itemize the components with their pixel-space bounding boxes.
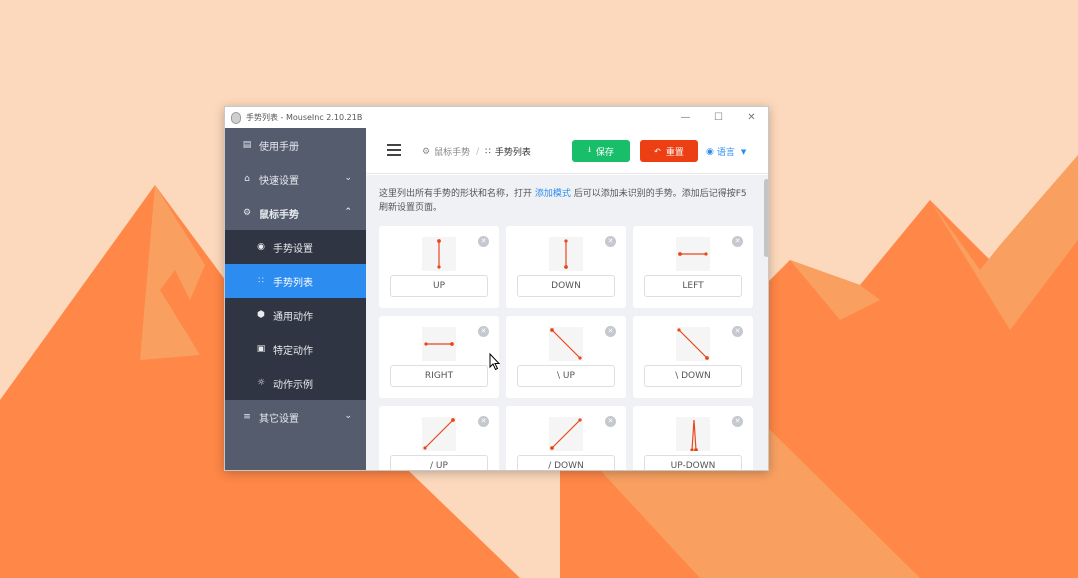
chevron-up-icon: ⌃ [344,207,352,217]
gesture-shape-icon [422,237,456,271]
gesture-card: ✕ / UP [379,406,499,470]
gesture-shape-icon [549,237,583,271]
briefcase-icon: ▣ [256,344,266,354]
gesture-name-field[interactable]: \ UP [517,365,615,387]
gesture-shape-icon [549,327,583,361]
sidebar-item-other-settings[interactable]: ≡ 其它设置 ⌄ [225,400,366,434]
chevron-down-icon: ⌄ [344,411,352,421]
sidebar-item-label: 特定动作 [273,345,313,357]
content-area: 这里列出所有手势的形状和名称，打开 添加模式 后可以添加未识别的手势。添加后记得… [366,175,768,470]
bulb-icon: ☼ [256,378,266,388]
sidebar: ▤ 使用手册 ⌂ 快速设置 ⌄ ⚙ 鼠标手势 ⌃ ◉ 手势设置 ∷ 手势列表 ⬢… [225,128,366,470]
sidebar-item-label: 手势设置 [273,243,313,255]
scrollbar[interactable] [764,179,768,257]
delete-icon[interactable]: ✕ [732,416,743,427]
delete-icon[interactable]: ✕ [605,416,616,427]
delete-icon[interactable]: ✕ [478,326,489,337]
sidebar-item-specific-actions[interactable]: ▣ 特定动作 [225,332,366,366]
sliders-icon: ≡ [243,412,251,422]
sidebar-item-label: 快速设置 [259,175,299,187]
mouse-icon [231,111,241,124]
gesture-shape-icon [422,327,456,361]
gear-icon: ⚙ [422,146,431,157]
gesture-shape-icon [676,237,710,271]
sidebar-item-label: 使用手册 [259,141,299,153]
breadcrumb-current: 手势列表 [494,148,531,158]
delete-icon[interactable]: ✕ [605,236,616,247]
mouse-cursor [489,353,501,371]
language-label: 语言 [716,148,735,158]
breadcrumb-separator: / [476,146,480,157]
gesture-card: ✕ / DOWN [506,406,626,470]
sidebar-item-gesture-list[interactable]: ∷ 手势列表 [225,264,366,298]
gesture-name-field[interactable]: / DOWN [517,455,615,470]
grid-icon: ∷ [485,146,491,157]
gesture-shape-icon [422,417,456,451]
sidebar-item-manual[interactable]: ▤ 使用手册 [225,128,366,162]
gesture-name-field[interactable]: / UP [390,455,488,470]
delete-icon[interactable]: ✕ [605,326,616,337]
sidebar-item-label: 手势列表 [273,277,313,289]
caret-down-icon: ▼ [740,147,747,156]
gesture-card: ✕ RIGHT [379,316,499,398]
gesture-name-field[interactable]: LEFT [644,275,742,297]
gear-icon: ⚙ [242,208,252,218]
sidebar-item-label: 动作示例 [273,379,313,391]
delete-icon[interactable]: ✕ [732,326,743,337]
app-window: 手势列表 - MouseInc 2.10.21B — ☐ ✕ ▤ 使用手册 ⌂ … [224,106,769,471]
sidebar-item-mouse-gesture[interactable]: ⚙ 鼠标手势 ⌃ [225,196,366,230]
gesture-shape-icon [549,417,583,451]
maximize-button[interactable]: ☐ [702,107,735,128]
cube-icon: ⬢ [257,310,265,320]
close-button[interactable]: ✕ [735,107,768,128]
reset-label: 重置 [665,147,684,158]
sidebar-item-label: 其它设置 [259,413,299,425]
chevron-down-icon: ⌄ [344,173,352,183]
undo-icon: ↶ [654,146,661,156]
gesture-card: ✕ DOWN [506,226,626,308]
gesture-name-field[interactable]: RIGHT [390,365,488,387]
breadcrumb-item[interactable]: 鼠标手势 [434,145,470,158]
description-text: 这里列出所有手势的形状和名称，打开 [379,189,535,199]
sidebar-item-quick-settings[interactable]: ⌂ 快速设置 ⌄ [225,162,366,196]
description: 这里列出所有手势的形状和名称，打开 添加模式 后可以添加未识别的手势。添加后记得… [379,187,755,215]
save-label: 保存 [595,147,614,158]
window-title: 手势列表 - MouseInc 2.10.21B [246,113,363,122]
gesture-card: ✕ \ UP [506,316,626,398]
header: ⚙ 鼠标手势 / ∷ 手势列表 ⭳ 保存 ↶ 重置 ◉ 语言 ▼ [366,128,768,174]
sidebar-item-label: 通用动作 [273,311,313,323]
gesture-name-field[interactable]: \ DOWN [644,365,742,387]
main-panel: ⚙ 鼠标手势 / ∷ 手势列表 ⭳ 保存 ↶ 重置 ◉ 语言 ▼ 这里列出所有手… [366,128,768,470]
add-mode-link[interactable]: 添加模式 [535,189,571,199]
gesture-card: ✕ \ DOWN [633,316,753,398]
gesture-shape-icon [676,327,710,361]
breadcrumb: ⚙ 鼠标手势 / ∷ 手势列表 [422,145,531,159]
sidebar-item-action-examples[interactable]: ☼ 动作示例 [225,366,366,400]
grid-icon: ∷ [258,276,264,286]
title-bar: 手势列表 - MouseInc 2.10.21B — ☐ ✕ [225,107,768,128]
palette-icon: ◉ [257,242,265,252]
gesture-name-field[interactable]: DOWN [517,275,615,297]
gesture-card: ✕ UP-DOWN [633,406,753,470]
delete-icon[interactable]: ✕ [478,416,489,427]
book-icon: ▤ [242,140,252,150]
minimize-button[interactable]: — [669,107,702,128]
menu-toggle-icon[interactable] [387,144,401,156]
gesture-card: ✕ LEFT [633,226,753,308]
gesture-card: ✕ UP [379,226,499,308]
save-button[interactable]: ⭳ 保存 [572,140,630,162]
gesture-shape-icon [676,417,710,452]
gesture-name-field[interactable]: UP [390,275,488,297]
sidebar-item-gesture-settings[interactable]: ◉ 手势设置 [225,230,366,264]
gesture-name-field[interactable]: UP-DOWN [644,455,742,470]
delete-icon[interactable]: ✕ [732,236,743,247]
home-icon: ⌂ [244,174,250,184]
sidebar-item-common-actions[interactable]: ⬢ 通用动作 [225,298,366,332]
download-icon: ⭳ [588,145,591,154]
reset-button[interactable]: ↶ 重置 [640,140,698,162]
sidebar-item-label: 鼠标手势 [259,209,299,221]
language-dropdown[interactable]: ◉ 语言 ▼ [706,145,747,159]
eye-icon: ◉ [706,146,714,157]
delete-icon[interactable]: ✕ [478,236,489,247]
